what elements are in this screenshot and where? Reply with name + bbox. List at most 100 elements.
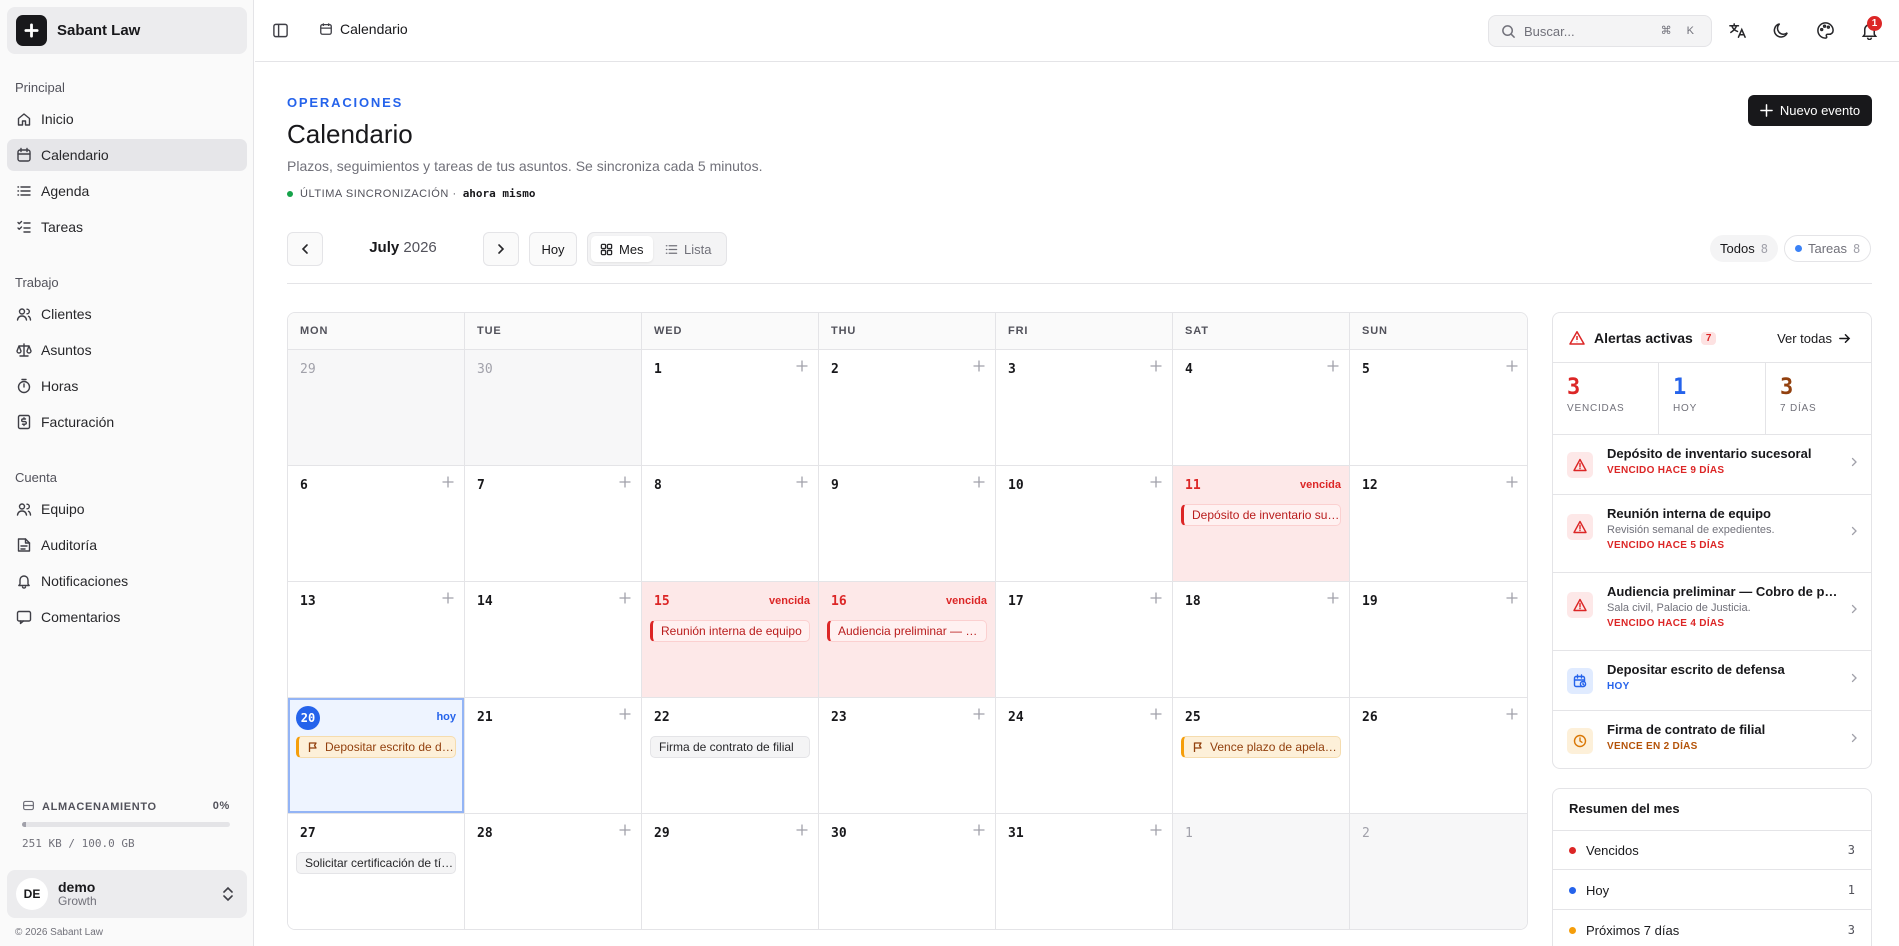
sidebar-item-notificaciones[interactable]: Notificaciones xyxy=(7,565,247,597)
calendar-day[interactable]: 23 xyxy=(819,698,996,814)
add-event-icon[interactable] xyxy=(1506,476,1518,488)
calendar-day[interactable]: 6 xyxy=(288,466,465,582)
calendar-event[interactable]: Solicitar certificación de título xyxy=(296,852,456,874)
sidebar-item-horas[interactable]: Horas xyxy=(7,370,247,402)
calendar-day[interactable]: 4 xyxy=(1173,350,1350,466)
view-all-alerts-link[interactable]: Ver todas xyxy=(1777,331,1851,346)
filter-all[interactable]: Todos 8 xyxy=(1710,235,1778,262)
calendar-event[interactable]: Firma de contrato de filial xyxy=(650,736,810,758)
sidebar-toggle-icon[interactable] xyxy=(272,22,289,39)
calendar-day[interactable]: 5 xyxy=(1350,350,1527,466)
add-event-icon[interactable] xyxy=(1506,360,1518,372)
prev-month-button[interactable] xyxy=(287,232,323,266)
next-month-button[interactable] xyxy=(483,232,519,266)
add-event-icon[interactable] xyxy=(619,824,631,836)
add-event-icon[interactable] xyxy=(973,824,985,836)
view-list-tab[interactable]: Lista xyxy=(656,236,720,262)
calendar-day[interactable]: 15 vencida Reunión interna de equipo xyxy=(642,582,819,698)
calendar-event[interactable]: Reunión interna de equipo xyxy=(650,620,810,642)
add-event-icon[interactable] xyxy=(1150,708,1162,720)
sidebar-item-comentarios[interactable]: Comentarios xyxy=(7,601,247,633)
calendar-day[interactable]: 14 xyxy=(465,582,642,698)
calendar-day[interactable]: 3 xyxy=(996,350,1173,466)
calendar-event[interactable]: Audiencia preliminar — Cobro de pesos xyxy=(827,620,987,642)
calendar-day[interactable]: 30 xyxy=(465,350,642,466)
sidebar-item-agenda[interactable]: Agenda xyxy=(7,175,247,207)
calendar-day[interactable]: 7 xyxy=(465,466,642,582)
calendar-day[interactable]: 31 xyxy=(996,814,1173,929)
add-event-icon[interactable] xyxy=(1150,476,1162,488)
calendar-day[interactable]: 12 xyxy=(1350,466,1527,582)
calendar-day[interactable]: 2 xyxy=(1350,814,1527,929)
sidebar-item-tareas[interactable]: Tareas xyxy=(7,211,247,243)
summary-row[interactable]: Hoy 1 xyxy=(1553,871,1871,910)
calendar-day[interactable]: 17 xyxy=(996,582,1173,698)
add-event-icon[interactable] xyxy=(619,708,631,720)
calendar-day[interactable]: 18 xyxy=(1173,582,1350,698)
calendar-day[interactable]: 1 xyxy=(1173,814,1350,929)
user-menu[interactable]: DE demo Growth xyxy=(7,870,247,918)
add-event-icon[interactable] xyxy=(442,592,454,604)
sidebar-item-equipo[interactable]: Equipo xyxy=(7,493,247,525)
sidebar-item-asuntos[interactable]: Asuntos xyxy=(7,334,247,366)
alert-item[interactable]: Firma de contrato de filial VENCE EN 2 D… xyxy=(1553,711,1871,768)
sidebar-item-auditoria[interactable]: Auditoría xyxy=(7,529,247,561)
calendar-day[interactable]: 13 xyxy=(288,582,465,698)
calendar-day[interactable]: 20 hoy Depositar escrito de defensa xyxy=(288,698,465,814)
add-event-icon[interactable] xyxy=(973,360,985,372)
add-event-icon[interactable] xyxy=(619,476,631,488)
alert-stat[interactable]: 1 HOY xyxy=(1659,363,1766,435)
summary-row[interactable]: Próximos 7 días 3 xyxy=(1553,911,1871,946)
add-event-icon[interactable] xyxy=(442,476,454,488)
calendar-day[interactable]: 21 xyxy=(465,698,642,814)
sidebar-item-calendario[interactable]: Calendario xyxy=(7,139,247,171)
calendar-day[interactable]: 26 xyxy=(1350,698,1527,814)
view-month-tab[interactable]: Mes xyxy=(591,236,653,262)
new-event-button[interactable]: Nuevo evento xyxy=(1748,95,1872,126)
calendar-day[interactable]: 29 xyxy=(642,814,819,929)
calendar-event[interactable]: Vence plazo de apelación xyxy=(1181,736,1341,758)
calendar-day[interactable]: 9 xyxy=(819,466,996,582)
add-event-icon[interactable] xyxy=(973,708,985,720)
alert-item[interactable]: Reunión interna de equipo Revisión seman… xyxy=(1553,495,1871,573)
calendar-day[interactable]: 27 Solicitar certificación de título xyxy=(288,814,465,929)
add-event-icon[interactable] xyxy=(796,476,808,488)
calendar-day[interactable]: 22 Firma de contrato de filial xyxy=(642,698,819,814)
calendar-event[interactable]: Depositar escrito de defensa xyxy=(296,736,456,758)
alert-stat[interactable]: 3 7 DÍAS xyxy=(1766,363,1871,435)
search-input[interactable]: Buscar... ⌘ K xyxy=(1488,15,1712,47)
calendar-day[interactable]: 2 xyxy=(819,350,996,466)
add-event-icon[interactable] xyxy=(1506,708,1518,720)
alert-item[interactable]: Depositar escrito de defensa HOY xyxy=(1553,651,1871,711)
calendar-day[interactable]: 19 xyxy=(1350,582,1527,698)
add-event-icon[interactable] xyxy=(1327,360,1339,372)
calendar-day[interactable]: 11 vencida Depósito de inventario sucesora… xyxy=(1173,466,1350,582)
calendar-day[interactable]: 24 xyxy=(996,698,1173,814)
workspace-switcher[interactable]: Sabant Law xyxy=(7,7,247,54)
summary-row[interactable]: Vencidos 3 xyxy=(1553,831,1871,870)
calendar-event[interactable]: Depósito de inventario sucesoral xyxy=(1181,504,1341,526)
add-event-icon[interactable] xyxy=(1150,824,1162,836)
add-event-icon[interactable] xyxy=(973,476,985,488)
calendar-day[interactable]: 28 xyxy=(465,814,642,929)
calendar-day[interactable]: 10 xyxy=(996,466,1173,582)
today-button[interactable]: Hoy xyxy=(529,232,577,266)
calendar-day[interactable]: 1 xyxy=(642,350,819,466)
add-event-icon[interactable] xyxy=(796,360,808,372)
add-event-icon[interactable] xyxy=(796,824,808,836)
sidebar-item-clientes[interactable]: Clientes xyxy=(7,298,247,330)
alert-item[interactable]: Audiencia preliminar — Cobro de pesos Sa… xyxy=(1553,573,1871,651)
moon-icon[interactable] xyxy=(1772,21,1791,40)
alert-stat[interactable]: 3 VENCIDAS xyxy=(1553,363,1659,435)
add-event-icon[interactable] xyxy=(619,592,631,604)
calendar-day[interactable]: 8 xyxy=(642,466,819,582)
add-event-icon[interactable] xyxy=(1150,592,1162,604)
sidebar-item-inicio[interactable]: Inicio xyxy=(7,103,247,135)
palette-icon[interactable] xyxy=(1816,21,1835,40)
calendar-day[interactable]: 25 Vence plazo de apelación xyxy=(1173,698,1350,814)
add-event-icon[interactable] xyxy=(1506,592,1518,604)
calendar-day[interactable]: 29 xyxy=(288,350,465,466)
alert-item[interactable]: Depósito de inventario sucesoral VENCIDO… xyxy=(1553,435,1871,495)
add-event-icon[interactable] xyxy=(1150,360,1162,372)
calendar-day[interactable]: 30 xyxy=(819,814,996,929)
